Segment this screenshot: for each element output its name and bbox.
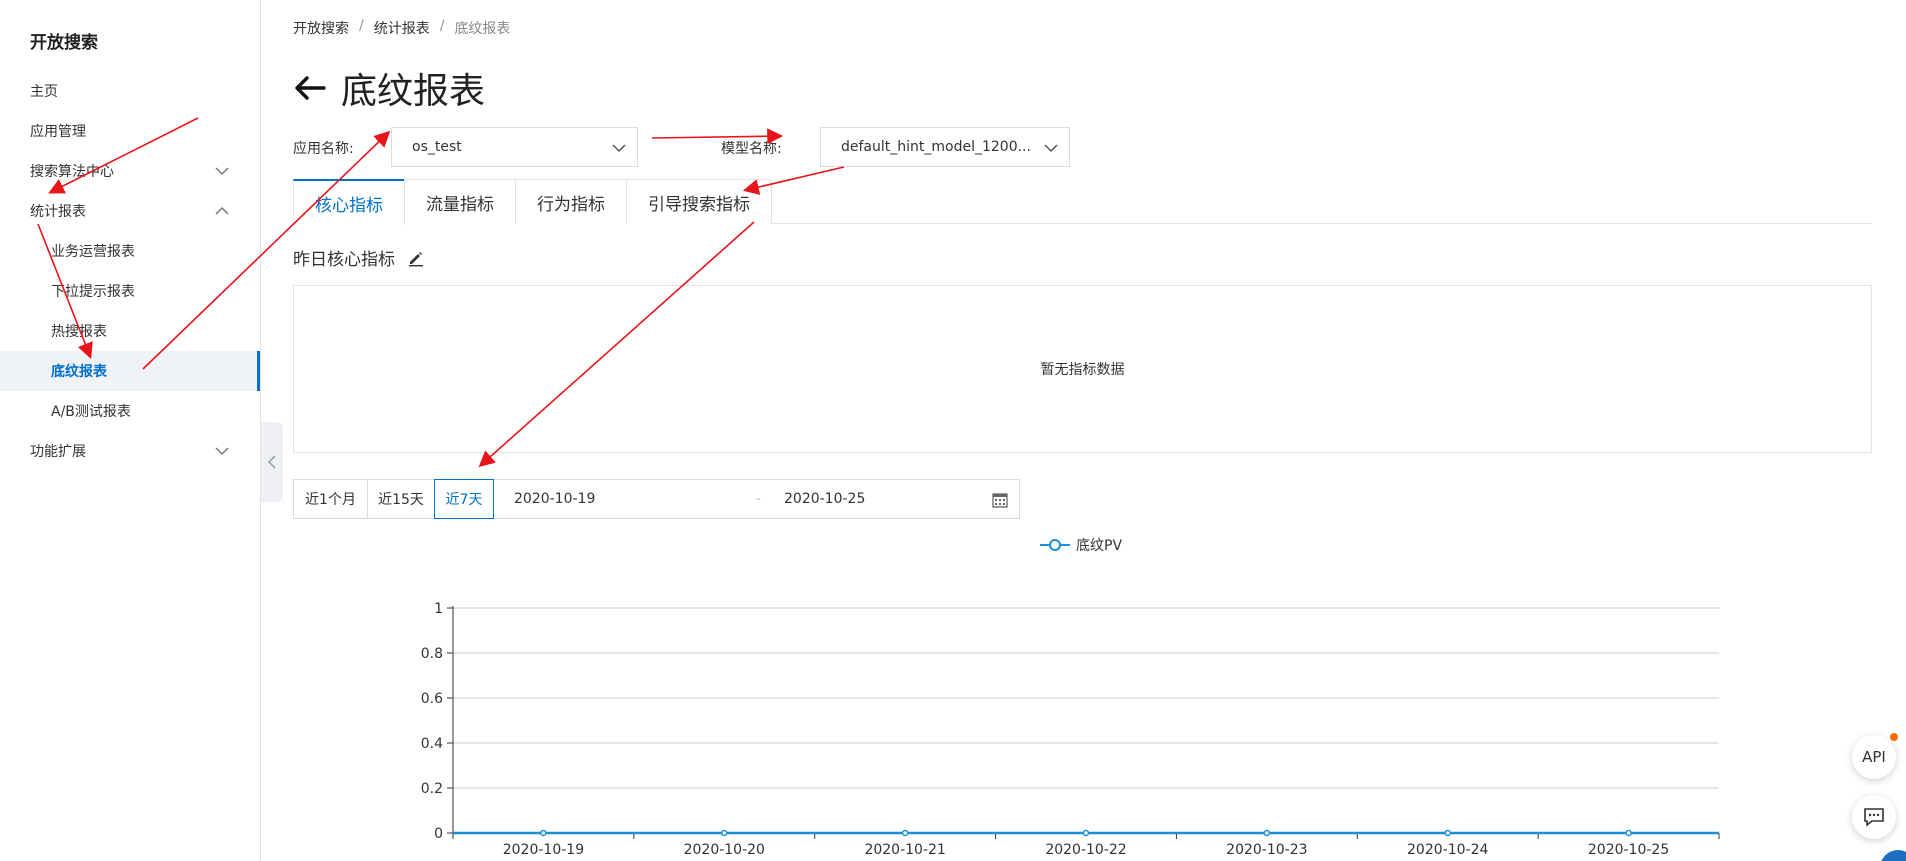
chevron-up-icon: [215, 206, 229, 215]
tab-bar: 核心指标 流量指标 行为指标 引导搜索指标: [293, 179, 1872, 225]
sidebar-item-label: 统计报表: [30, 204, 86, 220]
calendar-icon[interactable]: [991, 491, 1009, 509]
notification-dot: [1890, 733, 1898, 741]
chevron-down-icon: [612, 144, 626, 153]
sidebar-item[interactable]: 统计报表: [0, 191, 260, 231]
y-tick-label: 1: [434, 601, 443, 617]
y-tick-label: 0.4: [421, 736, 443, 752]
section-title: 昨日核心指标: [293, 245, 425, 270]
y-tick-label: 0.8: [421, 646, 443, 662]
api-label: API: [1862, 748, 1886, 766]
sidebar-item[interactable]: 搜索算法中心: [0, 151, 260, 191]
data-point[interactable]: [1263, 829, 1271, 837]
x-tick-label: 2020-10-19: [503, 842, 584, 858]
sidebar-item[interactable]: 主页: [0, 71, 260, 111]
data-point[interactable]: [1444, 829, 1451, 837]
x-tick-label: 2020-10-22: [1045, 842, 1126, 858]
sidebar-item[interactable]: 功能扩展: [0, 431, 260, 471]
model-name-value: default_hint_model_1200...: [841, 139, 1031, 155]
sidebar-item[interactable]: 下拉提示报表: [0, 271, 260, 311]
breadcrumb-separator: /: [359, 18, 364, 34]
section-title-text: 昨日核心指标: [293, 250, 395, 270]
sidebar-item-label: 应用管理: [30, 124, 86, 140]
sidebar: 开放搜索 主页应用管理搜索算法中心 统计报表业务运营报表 下拉提示报表 热搜报表底纹报…: [0, 0, 261, 861]
data-point[interactable]: [1625, 829, 1632, 837]
page-header: 底纹报表: [293, 62, 485, 114]
sidebar-item-label: 主页: [30, 84, 58, 100]
x-tick-label: 2020-10-25: [1588, 842, 1669, 858]
sidebar-item[interactable]: A/B测试报表: [0, 391, 260, 431]
sidebar-item-label: 下拉提示报表: [51, 284, 135, 300]
core-metrics-panel: 暂无指标数据: [293, 285, 1872, 453]
sidebar-item[interactable]: 业务运营报表: [0, 231, 260, 271]
x-tick-label: 2020-10-24: [1407, 842, 1488, 858]
app-name-label: 应用名称:: [293, 141, 354, 157]
sidebar-item[interactable]: 应用管理: [0, 111, 260, 151]
data-point[interactable]: [901, 829, 909, 837]
legend-marker-icon: [1040, 539, 1070, 551]
model-name-select[interactable]: default_hint_model_1200...: [820, 127, 1070, 167]
feedback-float-button[interactable]: [1852, 795, 1896, 839]
api-float-button[interactable]: API: [1852, 733, 1898, 779]
tab-traffic-metrics[interactable]: 流量指标: [404, 179, 516, 224]
range-15-days-button[interactable]: 近15天: [367, 479, 435, 519]
start-date[interactable]: 2020-10-19: [514, 491, 595, 507]
date-range-selector: 近1个月 近15天 近7天 2020-10-19 - 2020-10-25: [293, 479, 1020, 519]
sidebar-item-label: 业务运营报表: [51, 244, 135, 260]
sidebar-item-label: 底纹报表: [51, 364, 107, 380]
breadcrumb-current: 底纹报表: [454, 21, 511, 37]
range-1-month-button[interactable]: 近1个月: [293, 479, 368, 519]
sidebar-collapse-handle[interactable]: [261, 422, 283, 502]
chevron-left-icon: [267, 455, 276, 469]
breadcrumb-separator: /: [439, 18, 445, 34]
data-point[interactable]: [1082, 829, 1090, 837]
range-7-days-button[interactable]: 近7天: [434, 479, 494, 519]
breadcrumb-item[interactable]: 开放搜索: [293, 18, 349, 38]
sidebar-item-label: A/B测试报表: [51, 404, 131, 420]
x-tick-label: 2020-10-23: [1226, 842, 1307, 858]
y-tick-label: 0.6: [421, 691, 443, 707]
date-range-picker[interactable]: 2020-10-19 - 2020-10-25: [493, 479, 1020, 519]
x-tick-label: 2020-10-20: [684, 842, 765, 858]
app-name-select[interactable]: os_test: [391, 127, 638, 167]
breadcrumb: 开放搜索 / 统计报表 / 底纹报表: [293, 18, 510, 38]
page-title: 底纹报表: [341, 71, 486, 112]
edit-icon[interactable]: [407, 249, 425, 267]
sidebar-item-label: 热搜报表: [51, 324, 107, 340]
y-tick-label: 0.2: [421, 781, 443, 797]
chat-icon: [1864, 808, 1884, 827]
line-chart: 0 0.2 0.4 0.6 0.8 1 2020-10-19 2020-10-20 2020-1…: [421, 601, 1720, 858]
sidebar-item[interactable]: 热搜报表: [0, 311, 260, 351]
data-point[interactable]: [540, 829, 547, 837]
legend-label: 底纹PV: [1076, 538, 1123, 554]
end-date[interactable]: 2020-10-25: [784, 491, 865, 507]
y-tick-label: 0: [434, 826, 443, 842]
back-button[interactable]: [293, 71, 327, 105]
tab-core-metrics[interactable]: 核心指标: [293, 179, 405, 225]
date-separator: -: [756, 491, 762, 507]
sidebar-item-label: 搜索算法中心: [30, 164, 114, 180]
chevron-down-icon: [215, 447, 229, 456]
main-content: 开放搜索 / 统计报表 / 底纹报表 底纹报表 应用名称: os_test 模型…: [293, 0, 1906, 861]
sidebar-item-label: 功能扩展: [30, 444, 86, 460]
model-name-label: 模型名称:: [721, 141, 782, 157]
sidebar-title: 开放搜索: [30, 33, 98, 53]
tab-guided-search-metrics[interactable]: 引导搜索指标: [626, 179, 772, 224]
tab-behavior-metrics[interactable]: 行为指标: [515, 179, 627, 224]
chart-legend[interactable]: 底纹PV: [1040, 535, 1122, 555]
chevron-down-icon: [1044, 144, 1058, 153]
x-tick-label: 2020-10-21: [864, 842, 945, 858]
data-point[interactable]: [721, 829, 728, 837]
sidebar-item[interactable]: 底纹报表: [0, 351, 260, 391]
chevron-down-icon: [215, 167, 229, 176]
app-name-value: os_test: [412, 139, 462, 155]
breadcrumb-item[interactable]: 统计报表: [374, 18, 430, 38]
arrow-left-icon: [295, 76, 326, 100]
empty-state-text: 暂无指标数据: [1040, 362, 1125, 378]
